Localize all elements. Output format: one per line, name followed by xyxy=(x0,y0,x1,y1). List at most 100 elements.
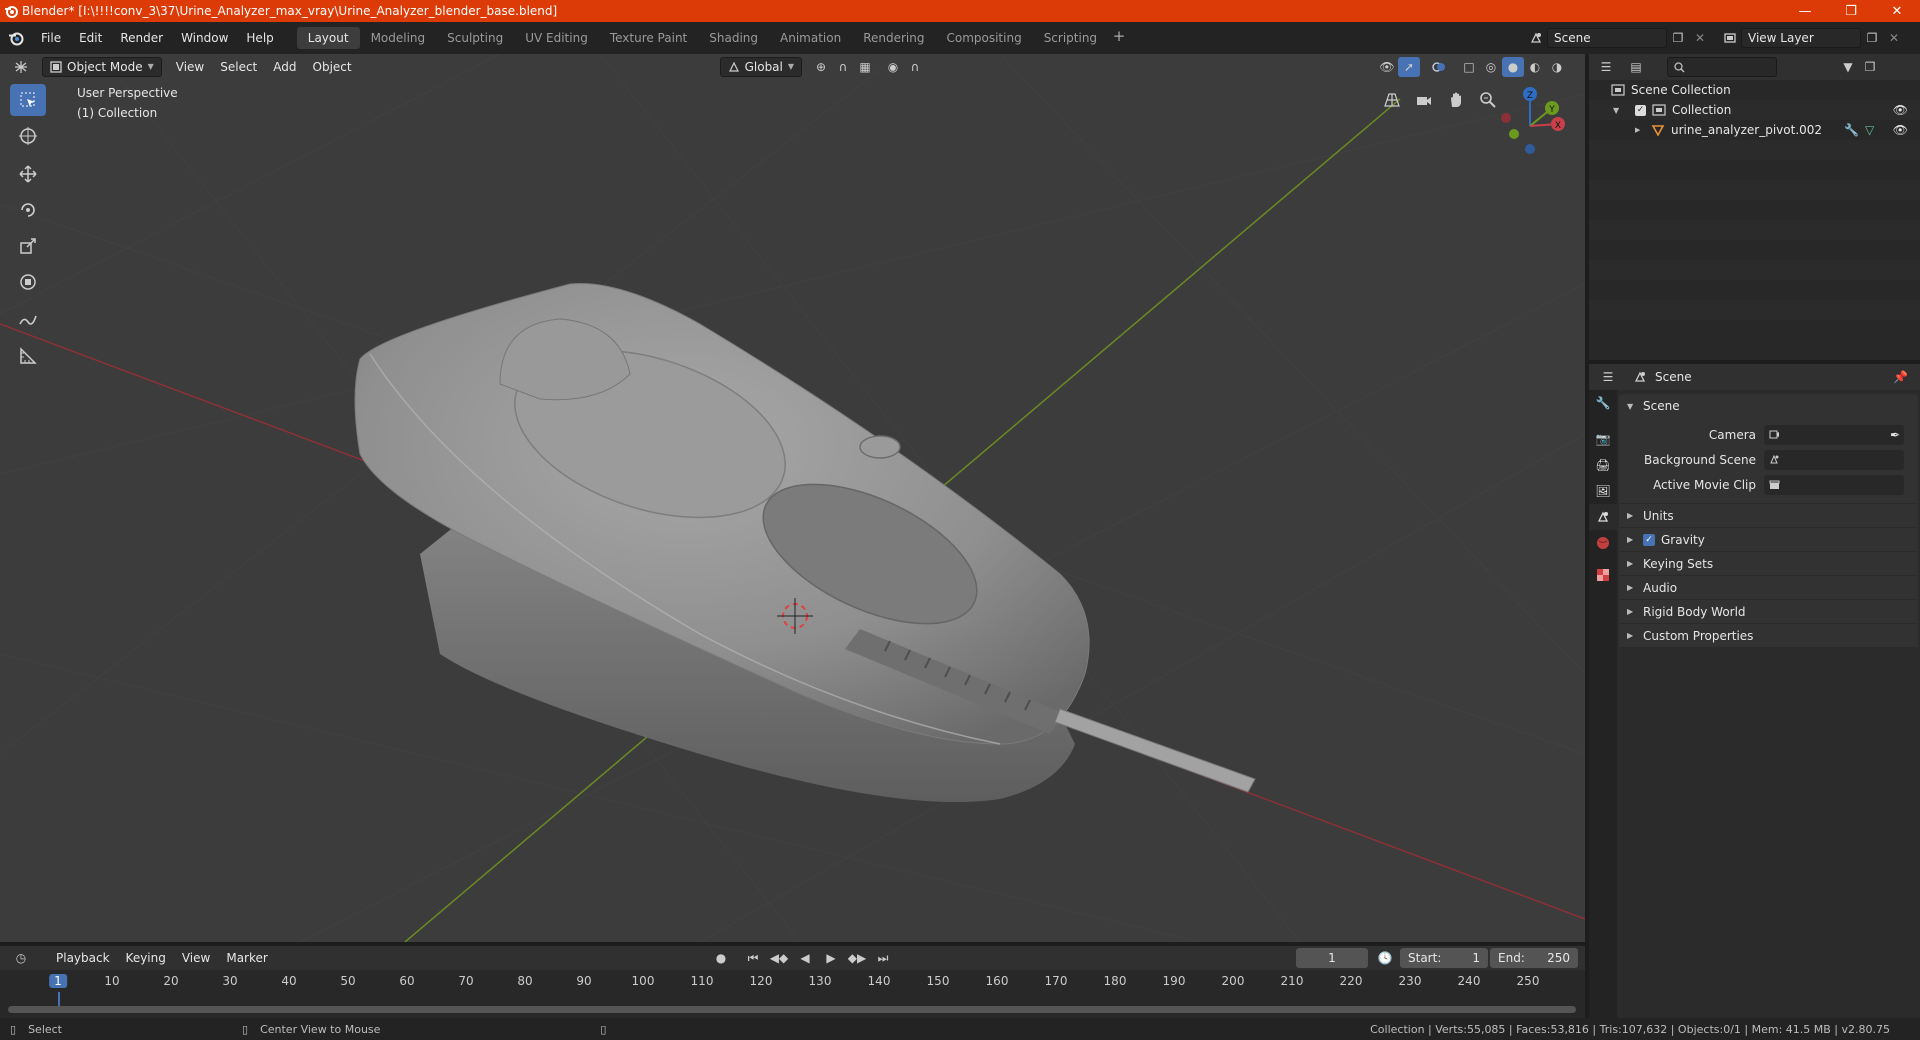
scene-icon[interactable] xyxy=(1525,28,1547,48)
timeline-editor-type-icon[interactable]: ◷ xyxy=(10,948,32,968)
minimize-button[interactable]: — xyxy=(1782,0,1828,22)
tool-tab-icon[interactable]: 🔧 xyxy=(1589,390,1617,416)
viewport-menu-add[interactable]: Add xyxy=(265,57,304,77)
viewport-scene[interactable] xyxy=(0,54,1585,942)
object-visibility-eye-icon[interactable]: 👁 xyxy=(1893,123,1908,137)
units-panel[interactable]: ▶ Units xyxy=(1619,503,1918,527)
menu-file[interactable]: File xyxy=(32,27,70,49)
camera-view-icon[interactable] xyxy=(1412,88,1436,112)
current-frame-field[interactable]: 1 xyxy=(1296,948,1368,968)
snap-target-icon[interactable]: ▦ xyxy=(854,57,876,77)
output-tab-icon[interactable]: 🖨 xyxy=(1589,452,1617,478)
end-frame-field[interactable]: End: 250 xyxy=(1490,948,1578,968)
pin-icon[interactable]: 📌 xyxy=(1893,370,1908,384)
scene-tab-icon[interactable] xyxy=(1589,504,1617,530)
new-scene-icon[interactable]: ❐ xyxy=(1667,28,1689,48)
background-scene-field[interactable] xyxy=(1764,449,1904,470)
rotate-tool-icon[interactable] xyxy=(10,194,46,226)
tab-modeling[interactable]: Modeling xyxy=(360,27,437,49)
jump-end-icon[interactable]: ⏭ xyxy=(872,948,894,968)
pivot-point-icon[interactable]: ⊕ xyxy=(810,57,832,77)
outliner-editor-type-icon[interactable]: ☰ xyxy=(1595,57,1617,77)
outliner-row-object[interactable]: ▶ urine_analyzer_pivot.002 🔧 ▽ 👁 xyxy=(1589,120,1920,140)
tab-compositing[interactable]: Compositing xyxy=(935,27,1032,49)
transform-orientation-dropdown[interactable]: Global ▼ xyxy=(719,57,803,77)
annotate-tool-icon[interactable] xyxy=(10,304,46,336)
mesh-data-icon[interactable]: ▽ xyxy=(1865,123,1874,137)
gravity-panel[interactable]: ▶ ✓ Gravity xyxy=(1619,527,1918,551)
falloff-icon[interactable]: ∩ xyxy=(904,57,926,77)
3d-viewport[interactable]: Object Mode ▼ View Select Add Object Glo… xyxy=(0,54,1585,942)
move-tool-icon[interactable] xyxy=(10,158,46,190)
tab-animation[interactable]: Animation xyxy=(769,27,852,49)
outliner-row-scene-collection[interactable]: Scene Collection xyxy=(1589,80,1920,100)
start-frame-field[interactable]: Start: 1 xyxy=(1400,948,1488,968)
scene-name-field[interactable]: Scene xyxy=(1547,28,1667,48)
menu-render[interactable]: Render xyxy=(111,27,172,49)
pan-hand-icon[interactable] xyxy=(1444,88,1468,112)
preview-range-clock-icon[interactable]: 🕓 xyxy=(1374,948,1396,968)
viewport-menu-view[interactable]: View xyxy=(168,57,212,77)
timeline-scrollbar[interactable] xyxy=(8,1006,1576,1013)
custom-properties-panel[interactable]: ▶ Custom Properties xyxy=(1619,623,1918,647)
viewport-menu-object[interactable]: Object xyxy=(305,57,360,77)
texture-tab-icon[interactable] xyxy=(1589,562,1617,588)
view-layer-field[interactable]: View Layer xyxy=(1741,28,1861,48)
playhead-line[interactable] xyxy=(58,992,60,1006)
tab-scripting[interactable]: Scripting xyxy=(1033,27,1108,49)
keying-sets-panel[interactable]: ▶ Keying Sets xyxy=(1619,551,1918,575)
gizmo-icon[interactable]: ➚ xyxy=(1398,57,1421,77)
collection-visibility-eye-icon[interactable]: 👁 xyxy=(1893,103,1908,117)
filter-icon[interactable]: ▼ xyxy=(1837,57,1859,77)
play-reverse-icon[interactable]: ◀ xyxy=(794,948,816,968)
playhead-frame-indicator[interactable]: 1 xyxy=(49,974,67,988)
editor-type-icon[interactable] xyxy=(10,57,32,77)
shading-rendered-icon[interactable]: ◑ xyxy=(1546,57,1568,77)
audio-panel[interactable]: ▶ Audio xyxy=(1619,575,1918,599)
timeline-menu-playback[interactable]: Playback xyxy=(48,948,118,968)
scale-tool-icon[interactable] xyxy=(10,230,46,262)
measure-tool-icon[interactable] xyxy=(10,340,46,372)
timeline-menu-marker[interactable]: Marker xyxy=(218,948,275,968)
menu-edit[interactable]: Edit xyxy=(70,27,111,49)
new-collection-icon[interactable]: ❐ xyxy=(1859,57,1881,77)
view-layer-icon[interactable] xyxy=(1719,28,1741,48)
rigid-body-world-panel[interactable]: ▶ Rigid Body World xyxy=(1619,599,1918,623)
delete-view-layer-icon[interactable]: ✕ xyxy=(1883,28,1905,48)
jump-start-icon[interactable]: ⏮ xyxy=(742,948,764,968)
properties-editor-type-icon[interactable]: ☰ xyxy=(1597,367,1619,387)
outliner-row-collection[interactable]: ▼ ✓ Collection 👁 xyxy=(1589,100,1920,120)
menu-window[interactable]: Window xyxy=(172,27,237,49)
tab-texture-paint[interactable]: Texture Paint xyxy=(599,27,698,49)
viewport-menu-select[interactable]: Select xyxy=(212,57,265,77)
outliner-search-input[interactable] xyxy=(1667,57,1777,77)
proportional-edit-icon[interactable]: ◉ xyxy=(882,57,904,77)
tab-shading[interactable]: Shading xyxy=(698,27,769,49)
timeline-menu-view[interactable]: View xyxy=(174,948,218,968)
camera-persp-toggle-icon[interactable] xyxy=(1380,88,1404,112)
prev-keyframe-icon[interactable]: ◀◆ xyxy=(768,948,790,968)
collection-checkbox[interactable]: ✓ xyxy=(1635,104,1646,116)
maximize-button[interactable]: ❐ xyxy=(1828,0,1874,22)
tab-layout[interactable]: Layout xyxy=(296,27,360,49)
play-icon[interactable]: ▶ xyxy=(820,948,842,968)
delete-scene-icon[interactable]: ✕ xyxy=(1689,28,1711,48)
visibility-icon[interactable]: 👁 xyxy=(1376,57,1398,77)
gravity-checkbox[interactable]: ✓ xyxy=(1643,533,1655,546)
navigation-gizmo-icon[interactable]: Z Y X xyxy=(1490,84,1570,164)
shading-wireframe-icon[interactable]: ◎ xyxy=(1480,57,1502,77)
world-tab-icon[interactable] xyxy=(1589,530,1617,556)
transform-tool-icon[interactable] xyxy=(10,266,46,298)
timeline-menu-keying[interactable]: Keying xyxy=(118,948,174,968)
display-mode-icon[interactable]: ▤ xyxy=(1625,57,1647,77)
blender-menu-icon[interactable] xyxy=(0,22,32,54)
new-view-layer-icon[interactable]: ❐ xyxy=(1861,28,1883,48)
eyedropper-icon[interactable]: ✒ xyxy=(1890,428,1900,442)
expand-arrow-icon[interactable]: ▶ xyxy=(1635,126,1643,134)
modifier-wrench-icon[interactable]: 🔧 xyxy=(1844,123,1859,137)
tab-rendering[interactable]: Rendering xyxy=(852,27,935,49)
xray-icon[interactable]: □ xyxy=(1458,57,1480,77)
camera-field[interactable]: ✒ xyxy=(1764,424,1904,445)
overlays-icon[interactable] xyxy=(1428,57,1450,77)
shading-solid-icon[interactable]: ● xyxy=(1502,57,1525,77)
